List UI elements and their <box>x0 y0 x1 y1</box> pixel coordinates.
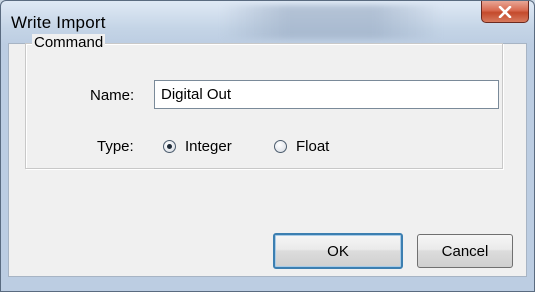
float-radio-label[interactable]: Float <box>296 138 329 155</box>
type-label: Type: <box>97 138 134 155</box>
ok-button[interactable]: OK <box>273 233 403 269</box>
background-blur <box>221 5 441 39</box>
close-button[interactable] <box>481 1 529 23</box>
window-bottom-border <box>1 277 534 291</box>
close-icon <box>498 5 512 18</box>
cancel-button[interactable]: Cancel <box>417 234 513 268</box>
groupbox-label: Command <box>32 34 106 51</box>
integer-radio[interactable] <box>163 140 176 153</box>
integer-radio-label[interactable]: Integer <box>185 138 232 155</box>
name-input[interactable] <box>154 80 499 109</box>
name-label: Name: <box>90 87 135 104</box>
float-radio[interactable] <box>274 140 287 153</box>
window-title: Write Import <box>11 13 106 32</box>
